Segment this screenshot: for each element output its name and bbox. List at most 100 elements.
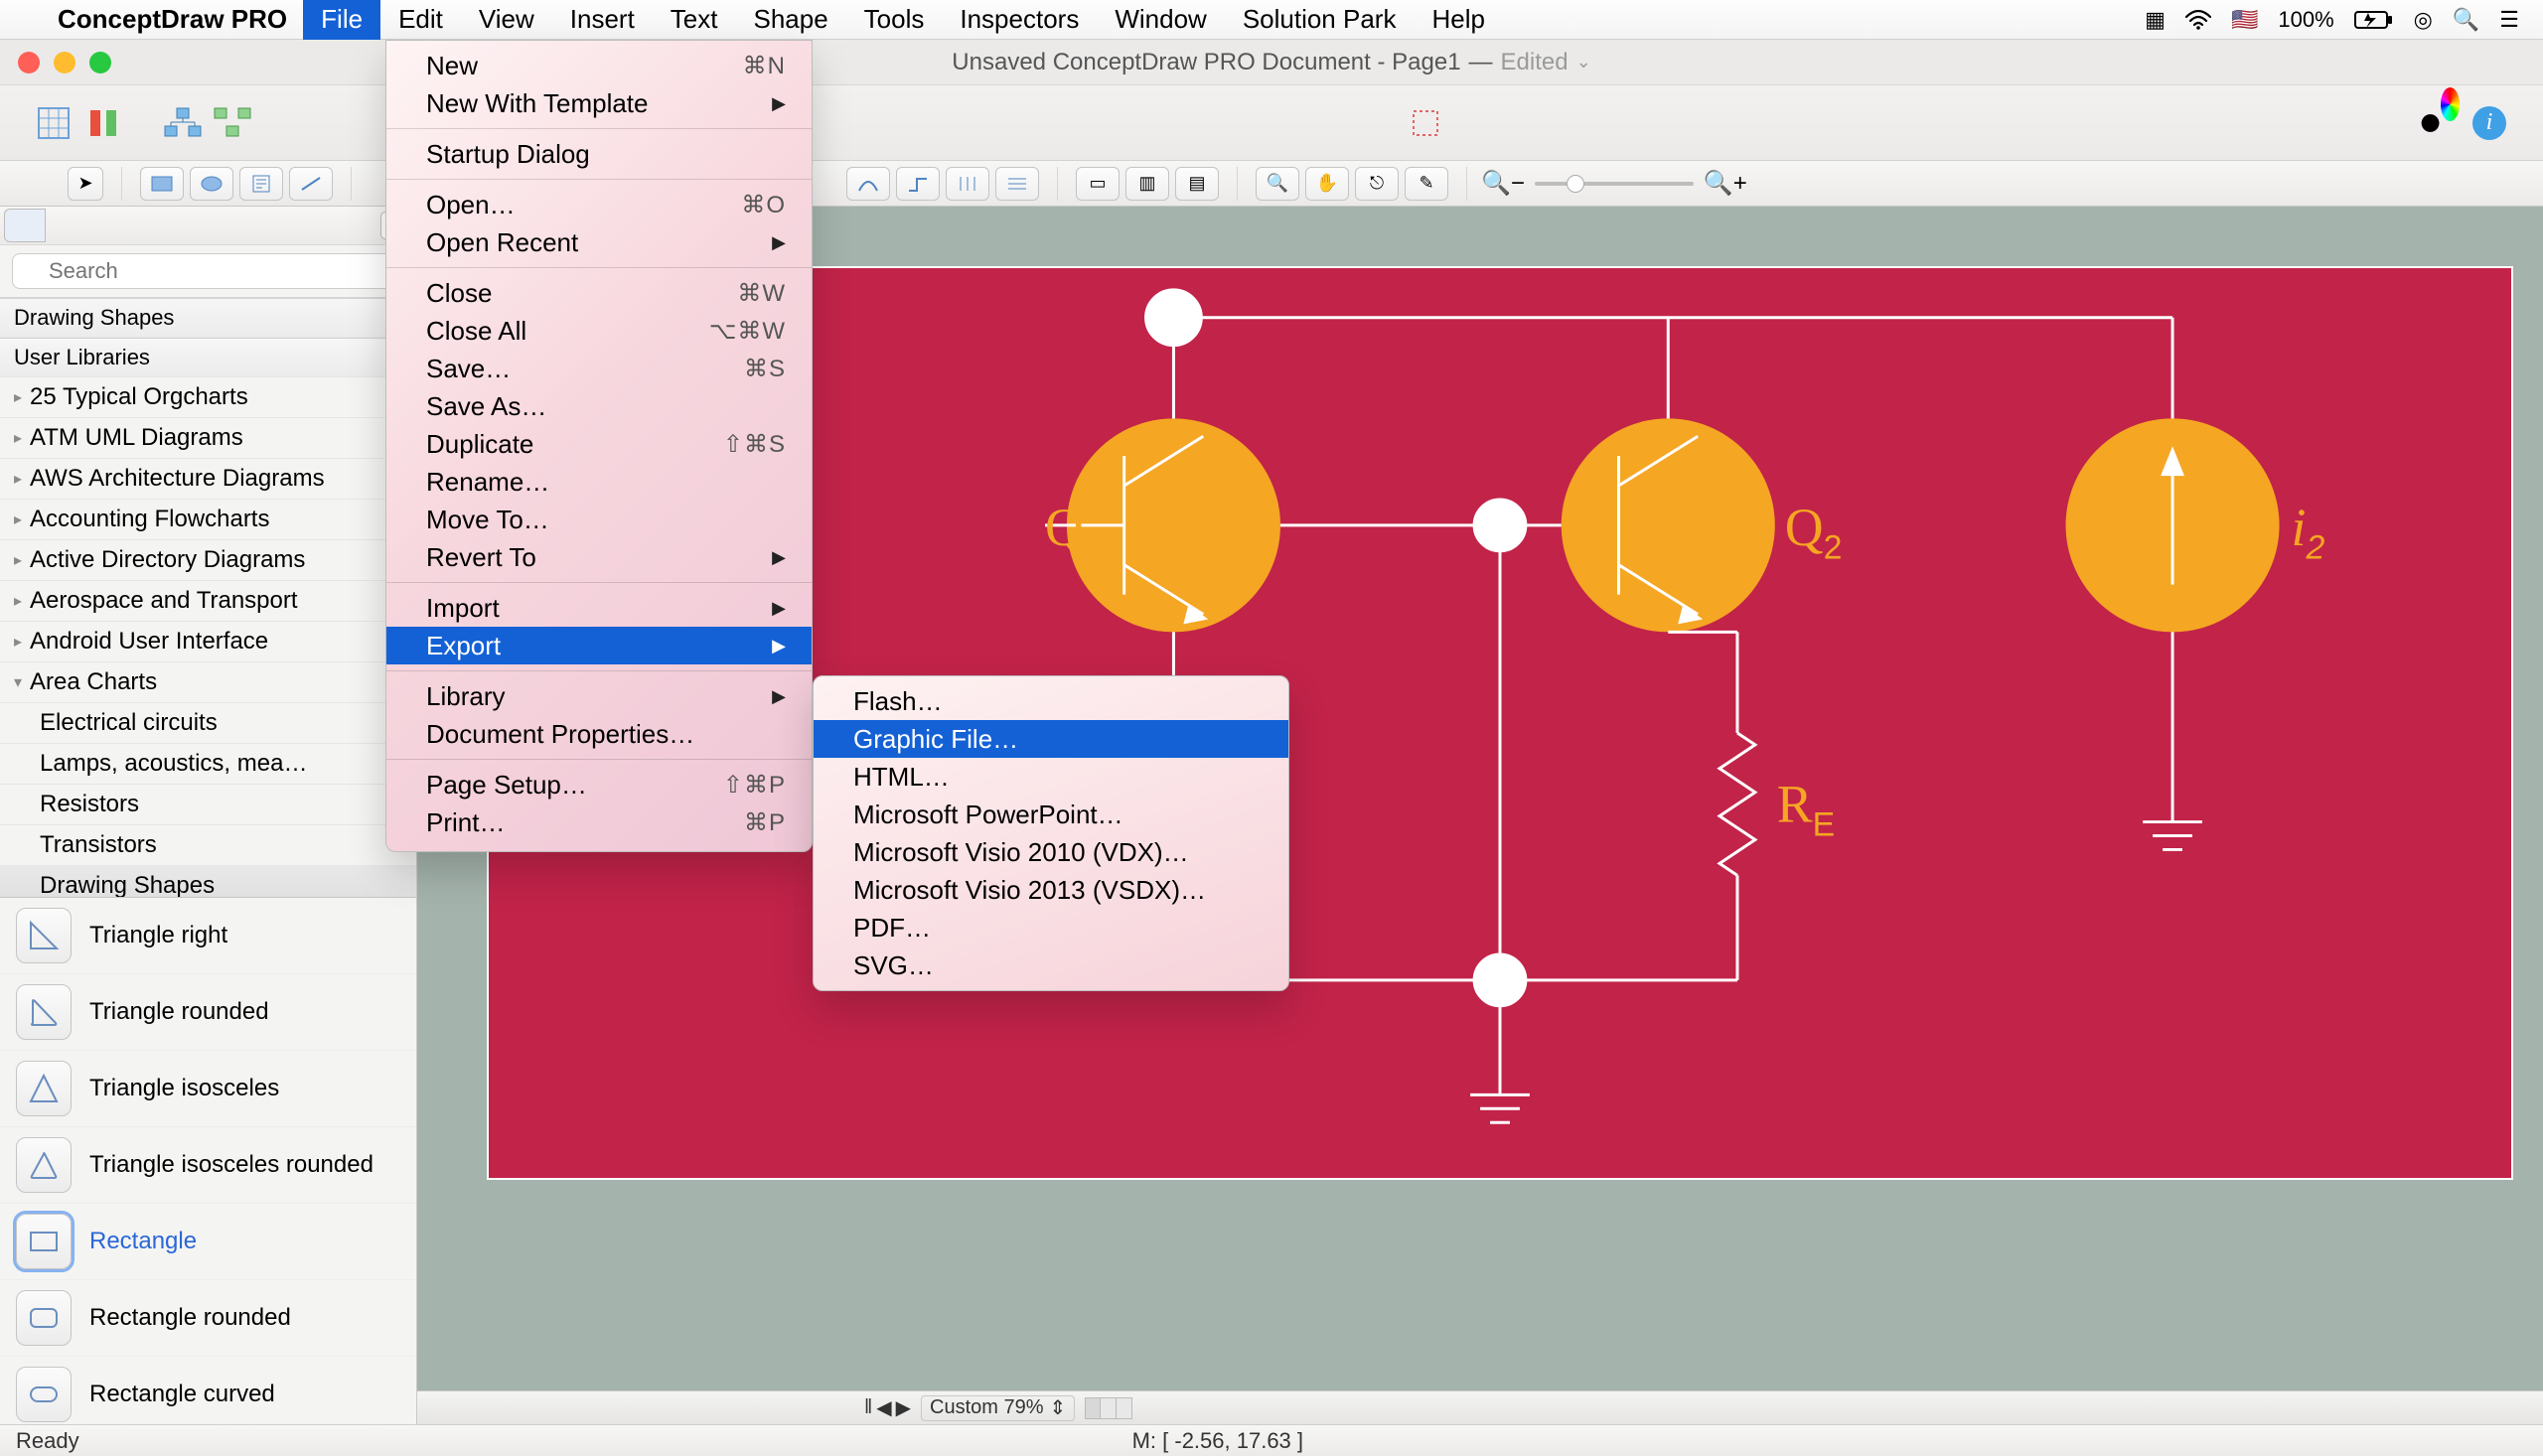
shape-row[interactable]: Triangle right (0, 898, 416, 974)
file-menu-item[interactable]: Print…⌘P (386, 803, 812, 841)
align-button-3[interactable]: ▤ (1175, 167, 1219, 201)
selection-bounds-icon[interactable] (1406, 103, 1445, 143)
export-menu-item[interactable]: HTML… (814, 758, 1288, 796)
line-tool-button[interactable] (289, 167, 333, 201)
file-menu-item[interactable]: Duplicate⇧⌘S (386, 425, 812, 463)
tree-subfolder[interactable]: Transistors (0, 825, 416, 866)
window-title[interactable]: Unsaved ConceptDraw PRO Document - Page1… (952, 49, 1590, 76)
export-menu-item[interactable]: SVG… (814, 946, 1288, 984)
menubar-insert[interactable]: Insert (552, 0, 653, 40)
battery-icon[interactable] (2344, 10, 2404, 30)
app-name[interactable]: ConceptDraw PRO (42, 4, 303, 35)
menubar-solution-park[interactable]: Solution Park (1225, 0, 1415, 40)
align-button-1[interactable]: ▭ (1076, 167, 1120, 201)
tree-subfolder[interactable]: Electrical circuits (0, 703, 416, 744)
file-menu-item[interactable]: Revert To▶ (386, 538, 812, 576)
tree-section-user-libraries[interactable]: User Libraries (0, 338, 416, 377)
shape-row[interactable]: Rectangle curved (0, 1357, 416, 1424)
page-prev-icon[interactable]: ◀ (876, 1395, 891, 1420)
menubar-edit[interactable]: Edit (380, 0, 461, 40)
shape-row[interactable]: Triangle rounded (0, 974, 416, 1051)
grid-status-icon[interactable]: ▦ (2135, 7, 2175, 33)
tree-folder[interactable]: ▸25 Typical Orgcharts (0, 377, 416, 418)
export-menu-item[interactable]: PDF… (814, 909, 1288, 946)
export-menu-item[interactable]: Graphic File… (814, 720, 1288, 758)
file-menu-item[interactable]: Close⌘W (386, 274, 812, 312)
file-menu-item[interactable]: Open Recent▶ (386, 223, 812, 261)
orgchart-alt-icon[interactable] (213, 103, 252, 143)
file-menu-item[interactable]: Startup Dialog (386, 135, 812, 173)
file-menu-item[interactable]: Close All⌥⌘W (386, 312, 812, 350)
spotlight-icon[interactable]: 🔍 (2443, 7, 2489, 33)
connector-tool-button[interactable] (896, 167, 940, 201)
export-menu-item[interactable]: Microsoft Visio 2010 (VDX)… (814, 833, 1288, 871)
ellipse-tool-button[interactable] (190, 167, 233, 201)
file-menu-item[interactable]: Move To… (386, 501, 812, 538)
close-window-button[interactable] (18, 52, 40, 73)
minimize-window-button[interactable] (54, 52, 75, 73)
distribute-v-button[interactable] (995, 167, 1039, 201)
info-icon[interactable]: i (2469, 103, 2509, 143)
distribute-h-button[interactable] (946, 167, 989, 201)
menubar-file[interactable]: File (303, 0, 380, 40)
file-menu-item[interactable]: New⌘N (386, 47, 812, 84)
menubar-view[interactable]: View (461, 0, 552, 40)
tree-folder[interactable]: ▸Active Directory Diagrams (0, 540, 416, 581)
tree-subfolder[interactable]: Lamps, acoustics, mea… (0, 744, 416, 785)
curve-tool-button[interactable] (846, 167, 890, 201)
zoom-stepper-icon[interactable]: ⇕ (1050, 1395, 1067, 1420)
fullscreen-window-button[interactable] (89, 52, 111, 73)
battery-text[interactable]: 100% (2268, 7, 2343, 33)
file-menu-item[interactable]: New With Template▶ (386, 84, 812, 122)
pencil-button[interactable]: ✎ (1405, 167, 1448, 201)
tree-folder[interactable]: ▸Aerospace and Transport (0, 581, 416, 622)
zoom-out-icon[interactable]: 🔍− (1481, 169, 1525, 198)
menubar-inspectors[interactable]: Inspectors (942, 0, 1097, 40)
eyedropper-button[interactable]: ⎋ (1355, 167, 1399, 201)
file-menu-item[interactable]: Open…⌘O (386, 186, 812, 223)
shape-row[interactable]: Triangle isosceles rounded (0, 1127, 416, 1204)
library-search-input[interactable] (12, 253, 404, 289)
tree-folder[interactable]: ▸Accounting Flowcharts (0, 500, 416, 540)
file-menu-item[interactable]: Save…⌘S (386, 350, 812, 387)
file-menu-item[interactable]: Page Setup…⇧⌘P (386, 766, 812, 803)
rect-tool-button[interactable] (140, 167, 184, 201)
orgchart-tool-icon[interactable] (163, 103, 203, 143)
color-wheel-icon[interactable] (2420, 103, 2460, 143)
compass-icon[interactable]: ◎ (2404, 7, 2443, 33)
file-menu-item[interactable]: Import▶ (386, 589, 812, 627)
page-pause-icon[interactable]: ‖ (864, 1396, 872, 1419)
tree-folder[interactable]: ▸Android User Interface (0, 622, 416, 662)
page-thumb[interactable] (1085, 1397, 1101, 1419)
tree-folder-area-charts[interactable]: ▾Area Charts (0, 662, 416, 703)
file-menu-item[interactable]: Export▶ (386, 627, 812, 664)
title-chevron-icon[interactable]: ⌄ (1576, 52, 1591, 73)
shape-row-rectangle[interactable]: Rectangle (0, 1204, 416, 1280)
palette-icon[interactable] (83, 103, 123, 143)
sidebar-tab-tree[interactable] (4, 209, 46, 242)
file-menu-item[interactable]: Save As… (386, 387, 812, 425)
menubar-window[interactable]: Window (1097, 0, 1224, 40)
zoom-in-icon[interactable]: 🔍+ (1704, 169, 1747, 198)
file-menu-item[interactable]: Library▶ (386, 677, 812, 715)
file-menu-item[interactable]: Rename… (386, 463, 812, 501)
menu-extras-icon[interactable]: ☰ (2489, 7, 2529, 33)
wifi-icon[interactable] (2175, 10, 2221, 30)
export-menu-item[interactable]: Flash… (814, 682, 1288, 720)
export-menu-item[interactable]: Microsoft Visio 2013 (VSDX)… (814, 871, 1288, 909)
shape-row[interactable]: Rectangle rounded (0, 1280, 416, 1357)
zoom-slider[interactable]: 🔍− 🔍+ (1467, 169, 1761, 198)
tree-section-drawing-shapes[interactable]: Drawing Shapes (0, 298, 416, 338)
menubar-text[interactable]: Text (653, 0, 736, 40)
tree-subfolder[interactable]: Resistors (0, 785, 416, 825)
zoom-thumb[interactable] (1567, 175, 1584, 193)
shape-row[interactable]: Triangle isosceles (0, 1051, 416, 1127)
tree-folder[interactable]: ▸ATM UML Diagrams (0, 418, 416, 459)
zoom-button[interactable]: 🔍 (1256, 167, 1299, 201)
tree-folder[interactable]: ▸AWS Architecture Diagrams (0, 459, 416, 500)
pan-button[interactable]: ✋ (1305, 167, 1349, 201)
zoom-track[interactable] (1535, 182, 1694, 186)
grid-view-icon[interactable] (34, 103, 74, 143)
page-thumb[interactable] (1101, 1397, 1117, 1419)
cursor-tool-button[interactable]: ➤ (68, 167, 103, 201)
